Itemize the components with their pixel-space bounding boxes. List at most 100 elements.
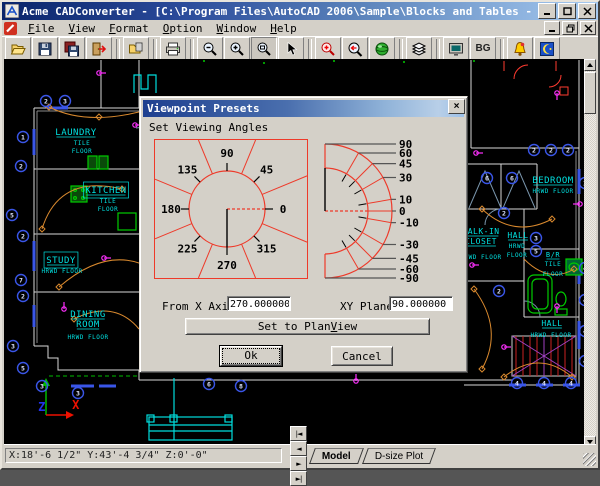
bell-icon	[512, 41, 528, 57]
child-minimize-button[interactable]	[544, 21, 560, 35]
svg-text:TILE: TILE	[100, 198, 116, 205]
toolbar-separator	[190, 39, 194, 59]
svg-text:FLOOR: FLOOR	[507, 252, 528, 259]
x-axis-angle-dial[interactable]: 90450315270225180135	[154, 139, 308, 279]
toolbar-background-button[interactable]: BG	[470, 37, 496, 60]
svg-text:135: 135	[177, 163, 197, 176]
app-icon	[5, 4, 19, 18]
toolbar-print-button[interactable]	[160, 37, 186, 60]
tab-prev-icon[interactable]: ◄	[290, 441, 307, 456]
svg-text:HRWD FLOOR: HRWD FLOOR	[41, 268, 82, 275]
maximize-button[interactable]	[558, 3, 576, 19]
menu-item-view[interactable]: View	[62, 21, 103, 36]
svg-text:LAUNDRY: LAUNDRY	[55, 128, 97, 138]
svg-text:2: 2	[19, 163, 23, 171]
toolbar-zoom-previous-button[interactable]	[342, 37, 368, 60]
toolbar-zoom-out-button[interactable]	[197, 37, 223, 60]
dialog-heading: Set Viewing Angles	[149, 121, 268, 134]
tab-first-icon[interactable]: |◄	[290, 426, 307, 441]
toolbar-export-button[interactable]	[86, 37, 112, 60]
svg-text:1: 1	[21, 134, 25, 142]
menu-item-format[interactable]: Format	[102, 21, 156, 36]
magnifier-window-icon	[256, 41, 272, 57]
svg-text:3: 3	[40, 383, 44, 391]
tab-next-icon[interactable]: ►	[290, 456, 307, 471]
svg-text:4: 4	[515, 380, 519, 388]
toolbar-save-button[interactable]	[32, 37, 58, 60]
svg-text:3: 3	[76, 390, 80, 398]
xy-plane-label: XY Plane	[340, 300, 393, 313]
scroll-up-icon[interactable]	[584, 59, 596, 71]
svg-text:CLOSET: CLOSET	[465, 237, 497, 246]
bg-label: BG	[476, 43, 491, 54]
svg-text:5: 5	[534, 248, 538, 256]
moon-badge-icon	[539, 41, 555, 57]
close-button[interactable]	[578, 3, 596, 19]
toolbar-layers-button[interactable]	[406, 37, 432, 60]
svg-text:X: X	[72, 398, 80, 412]
svg-text:FLOOR: FLOOR	[543, 271, 564, 278]
xy-plane-input[interactable]	[389, 296, 453, 311]
svg-text:KITCHEN: KITCHEN	[85, 186, 126, 196]
svg-text:B/R: B/R	[546, 251, 560, 259]
cancel-button[interactable]: Cancel	[331, 346, 393, 366]
from-x-axis-input[interactable]	[227, 296, 291, 311]
svg-text:STUDY: STUDY	[46, 256, 76, 266]
toolbar-zoom-window-button[interactable]	[251, 37, 277, 60]
application-window: Acme CADConverter - [C:\Program Files\Au…	[0, 0, 600, 470]
svg-text:2: 2	[497, 288, 501, 296]
svg-text:FLOOR: FLOOR	[98, 206, 119, 213]
svg-text:8: 8	[239, 383, 243, 391]
toolbar-open-button[interactable]	[5, 37, 31, 60]
scrollbar-thumb[interactable]	[584, 72, 596, 114]
set-to-plan-view-button[interactable]: Set to Plan View	[185, 318, 430, 335]
svg-text:TILE: TILE	[74, 140, 90, 147]
svg-text:270: 270	[217, 259, 237, 272]
ok-button[interactable]: Ok	[220, 346, 282, 366]
toolbar-save-all-button[interactable]	[59, 37, 85, 60]
green-sphere-icon	[374, 41, 390, 57]
folder-page-icon	[128, 41, 144, 57]
dialog-close-button[interactable]: ×	[448, 99, 465, 114]
toolbar-separator	[500, 39, 504, 59]
floppy-multi-icon	[64, 41, 80, 57]
svg-text:6: 6	[510, 175, 514, 183]
toolbar-orbit-button[interactable]	[369, 37, 395, 60]
svg-text:HRWD FLOOR: HRWD FLOOR	[532, 188, 573, 195]
vertical-scrollbar[interactable]	[584, 59, 596, 448]
child-close-button[interactable]	[580, 21, 596, 35]
toolbar-batch-convert-button[interactable]	[123, 37, 149, 60]
tab-model[interactable]: Model	[309, 448, 364, 464]
svg-text:7: 7	[19, 277, 23, 285]
dialog-title-bar[interactable]: Viewpoint Presets	[143, 100, 464, 117]
svg-text:4: 4	[542, 380, 546, 388]
toolbar-display-button[interactable]	[443, 37, 469, 60]
layers-icon	[411, 41, 427, 57]
menu-item-help[interactable]: Help	[263, 21, 304, 36]
toolbar: BG	[2, 36, 598, 60]
toolbar-pan-button[interactable]	[278, 37, 304, 60]
toolbar-zoom-in-button[interactable]	[224, 37, 250, 60]
toolbar-about-button[interactable]	[534, 37, 560, 60]
svg-text:HALL: HALL	[541, 319, 562, 328]
svg-text:315: 315	[257, 243, 277, 256]
svg-text:2: 2	[566, 147, 570, 155]
tab-last-icon[interactable]: ►|	[290, 471, 307, 486]
resize-grip[interactable]	[583, 453, 596, 466]
toolbar-separator	[399, 39, 403, 59]
menu-item-window[interactable]: Window	[210, 21, 264, 36]
toolbar-separator	[308, 39, 312, 59]
toolbar-helper-button[interactable]	[507, 37, 533, 60]
pan-cursor-icon	[283, 41, 299, 57]
minimize-button[interactable]	[538, 3, 556, 19]
svg-text:3: 3	[534, 235, 538, 243]
tab-d-size-plot[interactable]: D-size Plot	[362, 448, 436, 464]
menu-item-option[interactable]: Option	[156, 21, 210, 36]
svg-text:FLOOR: FLOOR	[72, 148, 93, 155]
child-restore-button[interactable]	[562, 21, 578, 35]
toolbar-separator	[153, 39, 157, 59]
menu-item-file[interactable]: File	[21, 21, 62, 36]
xy-plane-angle-gauge[interactable]: 90604530100-10-30-45-60-90	[310, 133, 442, 285]
svg-text:-10: -10	[399, 217, 419, 230]
toolbar-zoom-extents-button[interactable]	[315, 37, 341, 60]
